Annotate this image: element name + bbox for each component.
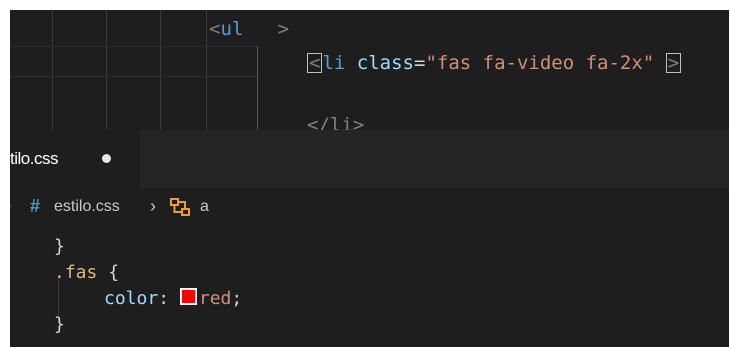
css-editor-pane[interactable]: } .fas { color: red; } [10,226,729,347]
tag-name: li [322,52,346,74]
code-line-close-li[interactable]: </li> [307,114,364,130]
css-property: color [104,288,159,309]
closing-tag: </li> [307,114,365,130]
code-line-close-brace[interactable]: } [54,314,65,336]
editor-window: <ul > < li class="fas fa-video fa-2x" > <… [10,10,729,347]
breadcrumb: › # estilo.css › a [10,188,729,226]
unsaved-dot-icon[interactable] [102,154,111,163]
brace: } [54,314,65,335]
tab-estilo-css[interactable]: stilo.css [10,130,140,188]
attribute-value: "fas fa-video fa-2x" [425,52,655,74]
indent-guide [52,10,53,130]
code-line-selector[interactable]: .fas { [54,262,119,284]
bracket-match-box: < [307,52,323,74]
attribute-name: class [356,52,414,74]
code-line-li[interactable]: < li class="fas fa-video fa-2x" > [307,52,682,74]
tab-bar: stilo.css [10,130,729,188]
line-highlight-border [10,46,257,47]
color-swatch[interactable] [179,288,197,305]
hash-icon: # [30,196,41,216]
chevron-right-icon: › [10,197,11,215]
indent-guide [160,10,161,130]
chevron-right-icon: › [150,196,156,216]
bracket-match-box: > [665,52,682,74]
breadcrumb-file[interactable]: estilo.css [54,198,120,216]
symbol-class-icon [170,198,190,216]
tab-label: stilo.css [10,149,58,168]
brace: { [108,262,120,283]
html-editor-pane[interactable]: <ul > < li class="fas fa-video fa-2x" > <… [10,10,729,130]
indent-guide [106,10,107,130]
breadcrumb-symbol[interactable]: a [200,198,209,216]
code-line-close-brace[interactable]: } [54,236,65,258]
colon: : [158,288,170,309]
tag-bracket: < [209,18,221,40]
equals-sign: = [414,52,426,74]
brace: } [54,236,65,257]
tag-bracket: > [277,18,290,40]
css-value: red [198,288,232,309]
indent-guide [257,46,258,130]
indent-guide [206,10,207,130]
code-line-declaration[interactable]: color: red; [104,288,242,310]
code-line-ul[interactable]: <ul > [209,18,289,40]
tag-name: ul [220,18,244,40]
css-selector: .fas [54,262,98,283]
line-highlight-border [10,76,257,77]
semicolon: ; [231,288,243,309]
